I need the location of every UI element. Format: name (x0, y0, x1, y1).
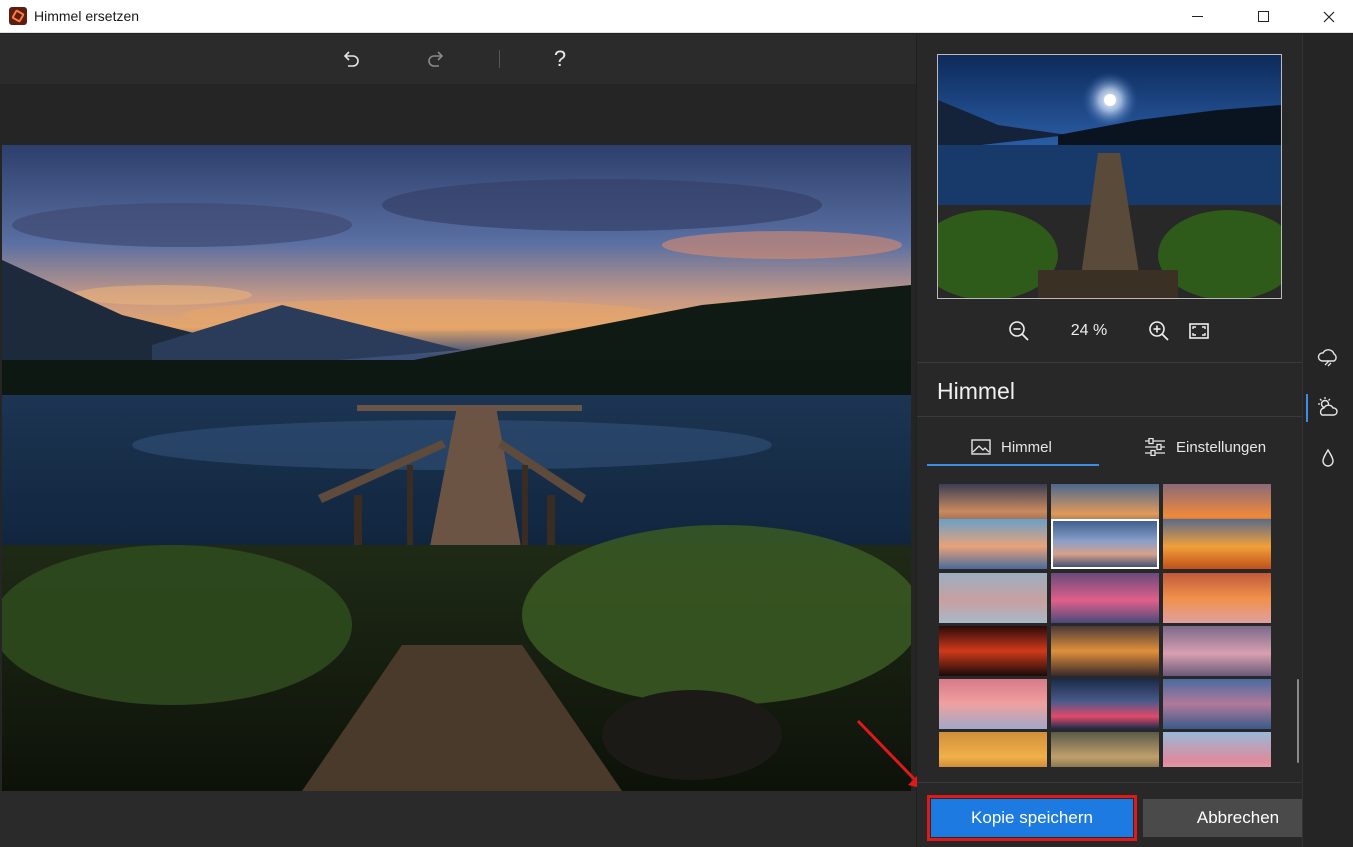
right-panel: 24 % Himmel Himmel Einstellungen Kopie s… (917, 34, 1333, 847)
fit-screen-icon (1189, 323, 1209, 339)
edit-toolbar: ? (0, 34, 916, 84)
zoom-out-button[interactable] (1006, 316, 1032, 346)
redo-icon (428, 51, 444, 67)
zoom-level: 24 % (1070, 322, 1108, 339)
fit-screen-button[interactable] (1186, 316, 1212, 346)
sky-thumbnail-grid (939, 484, 1271, 767)
minimize-icon (1191, 16, 1203, 17)
undo-icon (343, 51, 359, 67)
tool-rail (1302, 34, 1353, 847)
sky-thumbnail[interactable] (1051, 679, 1159, 729)
maximize-button[interactable] (1240, 0, 1286, 33)
sky-thumbnail[interactable] (939, 519, 1047, 569)
redo-button[interactable] (422, 45, 450, 73)
editor-area: ? (0, 34, 916, 847)
main-photo-canvas[interactable] (2, 145, 911, 791)
minimize-button[interactable] (1174, 0, 1220, 33)
sky-thumbnail[interactable] (1163, 732, 1271, 767)
drop-icon (1322, 448, 1334, 467)
active-tab-indicator (927, 464, 1099, 466)
sky-thumbnail[interactable] (1051, 732, 1159, 767)
tab-einstellungen[interactable]: Einstellungen (1144, 429, 1266, 465)
app-logo-icon (9, 7, 27, 25)
panel-divider (917, 362, 1302, 363)
weather-icon (1317, 349, 1337, 367)
help-button[interactable]: ? (546, 45, 574, 73)
bottom-bar (0, 791, 916, 847)
rail-active-indicator (1306, 394, 1308, 422)
sky-thumbnail[interactable] (1163, 573, 1271, 623)
lake-pier-photo (2, 145, 911, 791)
sliders-icon (1145, 438, 1165, 456)
preview-photo (938, 55, 1281, 298)
tab-himmel[interactable]: Himmel (971, 429, 1052, 465)
zoom-in-icon (1149, 321, 1169, 341)
undo-button[interactable] (337, 45, 365, 73)
rail-sky-button[interactable] (1315, 394, 1341, 420)
sky-thumbnail[interactable] (939, 573, 1047, 623)
window-title: Himmel ersetzen (34, 8, 140, 24)
panel-divider (917, 782, 1302, 783)
sky-thumbnail[interactable] (1163, 626, 1271, 676)
maximize-icon (1257, 11, 1269, 22)
tab-einstellungen-label: Einstellungen (1176, 438, 1267, 456)
toolbar-separator (499, 50, 500, 68)
help-label: ? (553, 46, 567, 71)
sky-thumbnail[interactable] (1163, 679, 1271, 729)
zoom-in-button[interactable] (1146, 316, 1172, 346)
save-copy-button[interactable]: Kopie speichern (927, 795, 1137, 841)
sky-thumbnail[interactable] (939, 626, 1047, 676)
panel-divider (917, 416, 1302, 417)
rail-weather-button[interactable] (1315, 344, 1341, 370)
sky-thumbnail[interactable] (1051, 626, 1159, 676)
title-bar: Himmel ersetzen (0, 0, 1353, 33)
zoom-controls: 24 % (917, 316, 1302, 346)
sky-thumbnail[interactable] (939, 732, 1047, 767)
image-icon (971, 439, 991, 455)
thumbnail-scrollbar[interactable] (1297, 679, 1299, 763)
section-title: Himmel (937, 378, 1015, 404)
sky-sun-icon (1318, 397, 1338, 416)
close-icon (1323, 11, 1335, 22)
tab-himmel-label: Himmel (1001, 438, 1052, 456)
rail-drop-button[interactable] (1315, 446, 1341, 472)
sky-thumbnail[interactable] (939, 679, 1047, 729)
preview-thumbnail[interactable] (937, 54, 1282, 299)
sky-thumbnail[interactable] (1051, 573, 1159, 623)
sky-thumbnail[interactable] (1163, 519, 1271, 569)
zoom-out-icon (1009, 321, 1029, 341)
sky-thumbnail-selected[interactable] (1051, 519, 1159, 569)
close-button[interactable] (1306, 0, 1352, 33)
